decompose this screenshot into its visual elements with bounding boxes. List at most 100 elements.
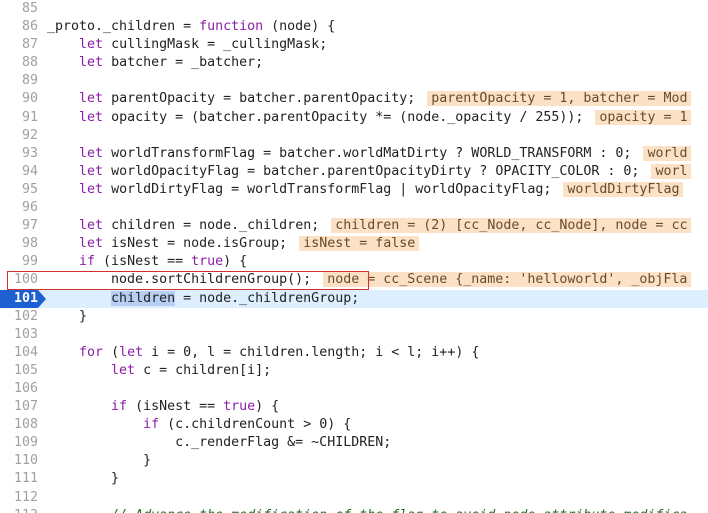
code-text: let c = children[i]; — [47, 362, 271, 380]
keyword: let — [79, 145, 104, 161]
code-text: let batcher = _batcher; — [47, 54, 263, 72]
line-number[interactable]: 113 — [0, 507, 38, 513]
code-text: if (isNest == true) { — [47, 253, 247, 271]
code-token: } — [47, 471, 120, 487]
line-number[interactable]: 89 — [0, 72, 38, 90]
inline-value-hint[interactable]: worl — [651, 163, 692, 179]
line-number[interactable]: 97 — [0, 217, 38, 235]
code-line[interactable]: 99 if (isNest == true) { — [0, 253, 708, 271]
code-line[interactable]: 109 c._renderFlag &= ~CHILDREN; — [0, 434, 708, 452]
code-token: } — [47, 453, 152, 469]
inline-value-hint[interactable]: world — [643, 145, 692, 161]
code-line[interactable]: 100 node.sortChildrenGroup(); node = cc_… — [0, 271, 708, 291]
code-line[interactable]: 108 if (c.childrenCount > 0) { — [0, 416, 708, 434]
inline-value-hint[interactable]: node = cc_Scene {_name: 'helloworld', _o… — [323, 272, 692, 288]
code-line[interactable]: 90 let parentOpacity = batcher.parentOpa… — [0, 90, 708, 108]
keyword: function — [199, 19, 264, 35]
code-line[interactable]: 107 if (isNest == true) { — [0, 398, 708, 416]
line-number[interactable]: 92 — [0, 127, 38, 145]
selected-token[interactable]: children — [111, 290, 176, 306]
code-token: children = node._children; — [103, 218, 328, 234]
code-line[interactable]: 85 — [0, 0, 708, 18]
code-text: c._renderFlag &= ~CHILDREN; — [47, 434, 391, 452]
code-line[interactable]: 93 let worldTransformFlag = batcher.worl… — [0, 145, 708, 163]
line-number[interactable]: 109 — [0, 434, 38, 452]
code-line[interactable]: 91 let opacity = (batcher.parentOpacity … — [0, 109, 708, 127]
code-line[interactable]: 98 let isNest = node.isGroup; isNest = f… — [0, 235, 708, 253]
code-line[interactable]: 86 _proto._children = function (node) { — [0, 18, 708, 36]
line-number[interactable]: 108 — [0, 416, 38, 434]
code-text: for (let i = 0, l = children.length; i <… — [47, 344, 479, 362]
line-number[interactable]: 106 — [0, 380, 38, 398]
code-line[interactable]: 106 — [0, 380, 708, 398]
inline-value-hint[interactable]: opacity = 1 — [595, 109, 692, 125]
code-line[interactable]: 104 for (let i = 0, l = children.length;… — [0, 344, 708, 362]
code-line[interactable]: 111 } — [0, 470, 708, 488]
code-line[interactable]: 110 } — [0, 452, 708, 470]
line-number[interactable]: 111 — [0, 470, 38, 488]
code-line[interactable]: 105 let c = children[i]; — [0, 362, 708, 380]
line-number[interactable]: 86 — [0, 18, 38, 36]
code-line[interactable]: 97 let children = node._children; childr… — [0, 217, 708, 235]
line-number[interactable]: 96 — [0, 199, 38, 217]
line-number[interactable]: 95 — [0, 181, 38, 199]
code-line[interactable]: 94 let worldOpacityFlag = batcher.parent… — [0, 163, 708, 181]
code-line[interactable]: 112 — [0, 489, 708, 507]
code-text: node.sortChildrenGroup(); node = cc_Scen… — [47, 271, 692, 289]
code-text: let worldDirtyFlag = worldTransformFlag … — [47, 181, 684, 199]
code-token: ( — [103, 344, 120, 360]
line-number[interactable]: 104 — [0, 344, 38, 362]
code-line[interactable]: 102 } — [0, 308, 708, 326]
line-number[interactable]: 103 — [0, 326, 38, 344]
code-line[interactable]: 87 let cullingMask = _cullingMask; — [0, 36, 708, 54]
line-number[interactable]: 87 — [0, 36, 38, 54]
code-text: let cullingMask = _cullingMask; — [47, 36, 327, 54]
code-line[interactable]: 103 — [0, 326, 708, 344]
code-text: children = node._childrenGroup; — [47, 290, 359, 308]
code-line[interactable]: 88 let batcher = _batcher; — [0, 54, 708, 72]
line-number[interactable]: 102 — [0, 308, 38, 326]
code-line[interactable]: 113 // Advance the modification of the f… — [0, 507, 708, 513]
line-number[interactable]: 107 — [0, 398, 38, 416]
line-number[interactable]: 112 — [0, 489, 38, 507]
code-text: } — [47, 452, 151, 470]
line-number[interactable]: 100 — [0, 271, 38, 289]
line-number[interactable]: 88 — [0, 54, 38, 72]
line-number[interactable]: 91 — [0, 109, 38, 127]
keyword: let — [79, 181, 104, 197]
line-number[interactable]: 98 — [0, 235, 38, 253]
code-token: node.sortChildrenGroup(); — [47, 272, 320, 288]
code-editor[interactable]: 85 86 _proto._children = function (node) {… — [0, 0, 708, 513]
keyword: let — [79, 91, 104, 107]
line-number[interactable]: 105 — [0, 362, 38, 380]
code-token: parentOpacity = batcher.parentOpacity; — [103, 91, 424, 107]
code-text: let children = node._children; children … — [47, 217, 692, 235]
code-token: batcher = _batcher; — [103, 55, 264, 71]
code-line[interactable]: 92 — [0, 127, 708, 145]
inline-value-hint[interactable]: children = (2) [cc_Node, cc_Node], node … — [331, 218, 692, 234]
inline-value-hint[interactable]: isNest = false — [299, 236, 420, 252]
current-execution-line[interactable]: 101 children = node._childrenGroup; — [0, 289, 708, 308]
line-number[interactable]: 110 — [0, 452, 38, 470]
line-number[interactable]: 99 — [0, 253, 38, 271]
code-text: let isNest = node.isGroup; isNest = fals… — [47, 235, 420, 253]
line-number[interactable]: 90 — [0, 90, 38, 108]
line-number[interactable]: 94 — [0, 163, 38, 181]
line-number[interactable]: 101 — [0, 289, 46, 308]
inline-value-hint[interactable]: parentOpacity = 1, batcher = Mod — [427, 91, 692, 107]
line-number[interactable]: 85 — [0, 0, 38, 18]
code-line[interactable]: 95 let worldDirtyFlag = worldTransformFl… — [0, 181, 708, 199]
code-line[interactable]: 89 — [0, 72, 708, 90]
line-number[interactable]: 93 — [0, 145, 38, 163]
code-token: _proto._children = — [47, 19, 200, 35]
code-token: = node._childrenGroup; — [175, 290, 360, 306]
code-line[interactable]: 96 — [0, 199, 708, 217]
code-token: isNest = node.isGroup; — [103, 236, 296, 252]
inline-value-hint[interactable]: worldDirtyFlag — [563, 181, 684, 197]
